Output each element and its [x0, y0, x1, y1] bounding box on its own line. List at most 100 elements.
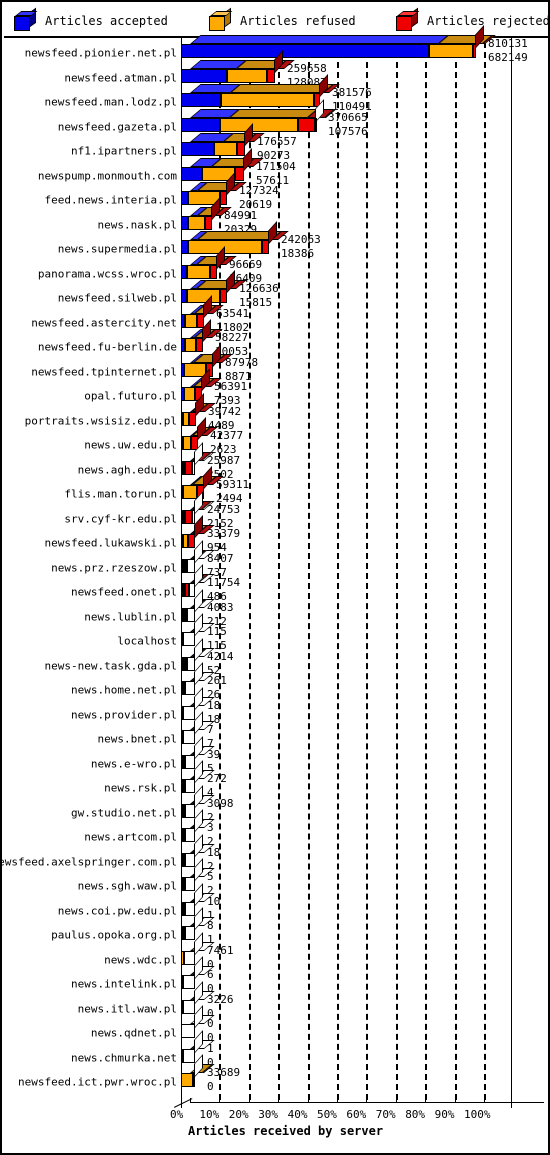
bar-remainder[interactable]: [187, 656, 195, 671]
bar-rejected[interactable]: [237, 142, 245, 156]
bar-refused[interactable]: [220, 117, 298, 132]
value-received: 171504: [256, 159, 296, 173]
bar-remainder[interactable]: [185, 926, 195, 940]
bar-rejected[interactable]: [262, 240, 269, 254]
bar-rejected[interactable]: [197, 313, 204, 328]
x-tick-mark: [366, 1097, 368, 1102]
bar-rejected[interactable]: [196, 338, 203, 352]
x-tick-label: 70%: [375, 1107, 396, 1121]
bar-refused[interactable]: [188, 215, 205, 230]
bar-rejected[interactable]: [188, 534, 195, 548]
y-axis-label: gw.studio.net.pl: [71, 806, 177, 819]
bar-refused[interactable]: [227, 68, 267, 83]
bar-remainder[interactable]: [183, 632, 195, 646]
bar-rejected[interactable]: [473, 44, 476, 58]
chart-row: news.sgh.waw.pl 5 2: [4, 858, 548, 901]
bar-rejected[interactable]: [189, 411, 196, 426]
chart-row: news.lublin.pl 4083 212: [4, 588, 548, 632]
bar-rejected[interactable]: [298, 117, 315, 132]
value-received: 381576: [332, 86, 372, 99]
bar-refused[interactable]: [214, 142, 237, 156]
y-axis-label: panorama.wcss.wroc.pl: [37, 267, 177, 280]
y-axis-label: opal.futuro.pl: [84, 389, 177, 403]
bar-refused[interactable]: [185, 338, 196, 352]
x-tick-label: 60%: [346, 1107, 367, 1121]
bar-remainder[interactable]: [183, 975, 195, 989]
bar-remainder[interactable]: [192, 460, 195, 475]
y-axis-label: newsfeed.man.lodz.pl: [44, 95, 177, 109]
y-axis-label: news.rsk.pl: [104, 781, 177, 795]
bar-remainder[interactable]: [185, 681, 195, 695]
bar-rejected[interactable]: [220, 289, 227, 303]
legend-refused[interactable]: Articles refused: [209, 4, 356, 38]
bar-refused[interactable]: [183, 485, 197, 499]
bar-rejected[interactable]: [220, 191, 227, 205]
value-received: 56391: [214, 380, 248, 393]
bar-accepted[interactable]: [181, 93, 221, 107]
bar-remainder[interactable]: [185, 779, 195, 793]
bar-remainder[interactable]: [185, 877, 195, 891]
bar-rejected[interactable]: [235, 166, 244, 181]
bar-refused[interactable]: [184, 387, 195, 401]
bar-refused[interactable]: [181, 1073, 193, 1087]
bar-remainder[interactable]: [183, 730, 195, 744]
bar-accepted[interactable]: [181, 191, 188, 205]
legend-rejected-swatch-icon: [396, 7, 420, 31]
bar-refused[interactable]: [429, 44, 473, 58]
bar-remainder[interactable]: [185, 852, 195, 867]
value-received: 8407: [207, 551, 234, 565]
value-received: 11754: [207, 576, 241, 589]
x-tick-mark: [337, 1097, 338, 1102]
bar-remainder[interactable]: [187, 607, 195, 622]
bar-remainder[interactable]: [183, 999, 195, 1014]
y-axis-label: flis.man.torun.pl: [64, 487, 177, 501]
bar-refused[interactable]: [188, 240, 262, 254]
chart-row: news-new.task.gda.pl 4214 52: [4, 637, 548, 681]
value-received: 370665: [328, 110, 368, 124]
bar-accepted[interactable]: [181, 117, 220, 132]
bar-remainder[interactable]: [185, 754, 195, 769]
bar-refused[interactable]: [221, 93, 314, 107]
bar-refused[interactable]: [183, 436, 191, 450]
chart-row: news.agh.edu.pl 25987 2502: [4, 441, 548, 485]
bar-empty[interactable]: [181, 1024, 195, 1038]
bar-rejected[interactable]: [185, 460, 192, 475]
legend-accepted[interactable]: Articles accepted: [14, 4, 168, 38]
bar-refused[interactable]: [185, 313, 197, 328]
bar-remainder[interactable]: [185, 901, 195, 916]
bar-remainder[interactable]: [187, 558, 195, 573]
bar-refused[interactable]: [187, 289, 220, 303]
bar-rejected[interactable]: [210, 264, 217, 279]
y-axis-label: news.bnet.pl: [97, 732, 177, 746]
value-received: 42377: [210, 429, 244, 442]
bar-remainder[interactable]: [192, 509, 195, 524]
bar-accepted[interactable]: [181, 166, 202, 181]
bar-remainder[interactable]: [185, 803, 195, 818]
bar-remainder[interactable]: [183, 1048, 195, 1063]
y-axis-label: news.prz.rzeszow.pl: [51, 561, 177, 574]
bar-accepted[interactable]: [181, 240, 188, 254]
chart-row: newsfeed.onet.pl 11754 486: [4, 564, 548, 607]
bar-rejected[interactable]: [185, 509, 192, 524]
bar-accepted[interactable]: [181, 142, 214, 156]
bar-refused[interactable]: [187, 264, 210, 279]
bar-rejected[interactable]: [267, 68, 275, 83]
y-axis-label: news.artcom.pl: [84, 830, 177, 844]
legend-rejected[interactable]: Articles rejected: [396, 4, 548, 38]
y-axis-label: news.agh.edu.pl: [77, 463, 177, 476]
y-axis-label: newsfeed.lukawski.pl: [44, 536, 177, 550]
bar-remainder[interactable]: [193, 1073, 195, 1087]
bar-remainder[interactable]: [315, 117, 317, 132]
bar-accepted[interactable]: [181, 44, 429, 58]
bar-remainder[interactable]: [184, 950, 195, 965]
bar-remainder[interactable]: [189, 583, 195, 597]
bar-accepted[interactable]: [181, 215, 188, 230]
bar-remainder[interactable]: [185, 828, 195, 842]
y-axis-label: paulus.opoka.org.pl: [51, 928, 177, 942]
y-axis-label: news.itl.waw.pl: [77, 1002, 177, 1015]
value-received: 84991: [224, 208, 258, 222]
bar-remainder[interactable]: [183, 705, 195, 720]
y-axis-label: news.home.net.pl: [71, 683, 177, 697]
bar-rejected[interactable]: [205, 215, 212, 230]
bar-accepted[interactable]: [181, 68, 227, 83]
